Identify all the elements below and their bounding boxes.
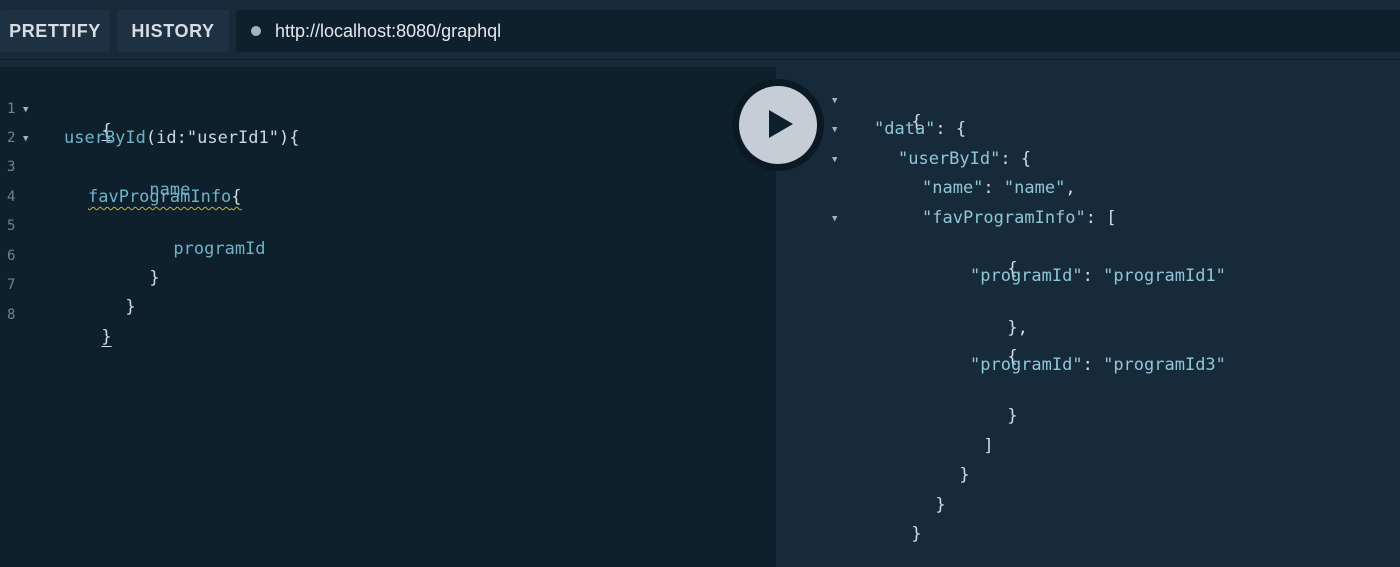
fold-arrow-icon[interactable]: ▼ bbox=[23, 104, 28, 116]
code-token: } bbox=[101, 327, 112, 347]
code-token: "userId1" bbox=[186, 128, 279, 148]
status-dot-icon bbox=[251, 26, 261, 36]
json-line: "data": { bbox=[874, 119, 967, 139]
fold-arrow-icon[interactable]: ▼ bbox=[832, 95, 837, 107]
endpoint-url-text: http://localhost:8080/graphql bbox=[275, 21, 502, 41]
json-key: "programId" bbox=[970, 355, 1083, 375]
json-line: "name": "name", bbox=[922, 178, 1076, 198]
line-number: 7 bbox=[7, 277, 16, 293]
graphql-playground: PRETTIFY HISTORY http://localhost:8080/g… bbox=[0, 0, 1400, 567]
result-viewer: ▼ ▼ ▼ ▼ { "data": { "userById": { "name"… bbox=[776, 67, 1400, 567]
json-line: "userById": { bbox=[898, 149, 1032, 169]
fold-arrow-icon[interactable]: ▼ bbox=[832, 124, 837, 136]
play-button-face[interactable] bbox=[739, 86, 817, 164]
line-number: 4 bbox=[7, 189, 16, 205]
endpoint-url-input[interactable]: http://localhost:8080/graphql bbox=[236, 10, 1400, 52]
json-value: "name" bbox=[1003, 178, 1066, 198]
play-icon bbox=[769, 110, 793, 138]
fold-arrow-icon[interactable]: ▼ bbox=[832, 213, 837, 225]
code-token: : bbox=[176, 128, 187, 148]
json-key: "favProgramInfo" bbox=[922, 208, 1086, 228]
json-value: "programId1" bbox=[1103, 266, 1226, 286]
line-number: 6 bbox=[7, 248, 16, 264]
code-token: id bbox=[156, 128, 177, 148]
code-token: userById bbox=[64, 128, 146, 148]
json-line: "programId": "programId1" bbox=[970, 266, 1226, 286]
toolbar: PRETTIFY HISTORY http://localhost:8080/g… bbox=[0, 0, 1400, 60]
line-number: 8 bbox=[7, 307, 16, 323]
execute-query-button[interactable] bbox=[732, 79, 824, 171]
code-token: programId bbox=[173, 239, 266, 259]
json-line: } bbox=[850, 501, 922, 567]
code-token: { bbox=[231, 187, 242, 207]
line-number: 1 bbox=[7, 101, 16, 117]
json-key: "name" bbox=[922, 178, 984, 198]
history-button[interactable]: HISTORY bbox=[117, 10, 229, 52]
line-number: 2 bbox=[7, 130, 16, 146]
json-key: "programId" bbox=[970, 266, 1083, 286]
fold-arrow-icon[interactable]: ▼ bbox=[832, 154, 837, 166]
json-value: "programId3" bbox=[1103, 355, 1226, 375]
json-key: "data" bbox=[874, 119, 936, 139]
code-token: favProgramInfo bbox=[88, 187, 232, 207]
code-token: ){ bbox=[279, 128, 300, 148]
code-line: } bbox=[40, 304, 112, 370]
line-number: 5 bbox=[7, 218, 16, 234]
code-line: favProgramInfo{ bbox=[88, 186, 242, 208]
query-editor[interactable]: 1 2 3 4 5 6 7 8 ▼ ▼ { userById(id:"userI… bbox=[0, 67, 776, 567]
json-line: "programId": "programId3" bbox=[970, 355, 1226, 375]
line-number: 3 bbox=[7, 159, 16, 175]
json-token: } bbox=[935, 495, 946, 515]
fold-arrow-icon[interactable]: ▼ bbox=[23, 133, 28, 145]
code-line: userById(id:"userId1"){ bbox=[64, 127, 299, 149]
code-token: } bbox=[149, 268, 160, 288]
prettify-button[interactable]: PRETTIFY bbox=[0, 10, 110, 52]
code-token: ( bbox=[145, 128, 157, 148]
json-token: } bbox=[911, 524, 922, 544]
json-line: "favProgramInfo": [ bbox=[922, 208, 1117, 228]
json-key: "userById" bbox=[898, 149, 1001, 169]
json-token: } bbox=[1007, 406, 1018, 426]
json-token: } bbox=[959, 465, 970, 485]
json-token: ] bbox=[983, 436, 994, 456]
code-token: } bbox=[125, 297, 136, 317]
